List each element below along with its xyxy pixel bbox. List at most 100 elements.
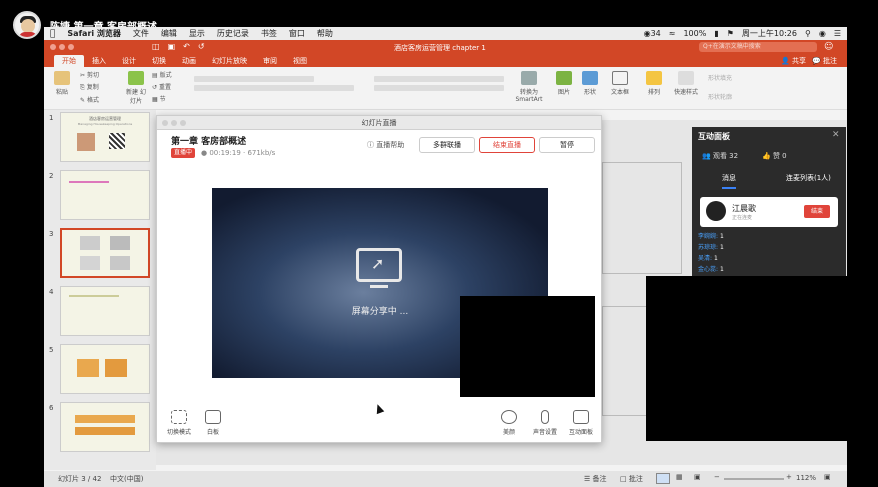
slide-thumb-1[interactable]: 酒店客房运营管理 Managing Housekeeping Operation… [60, 112, 150, 162]
interaction-panel-button[interactable]: 互动面板 [561, 410, 601, 436]
copy-button[interactable]: ⎘ 复制 [80, 82, 99, 92]
section-button[interactable]: ▦ 节 [152, 94, 172, 103]
cut-button[interactable]: ✂ 剪切 [80, 70, 99, 79]
reading-view-icon[interactable]: ▣ [694, 473, 701, 481]
menu-app[interactable]: Safari 浏览器 [67, 28, 121, 39]
slide-number: 5 [49, 346, 54, 354]
shape-fill-button[interactable]: 形状填充 [708, 73, 732, 82]
zoom-slider[interactable] [724, 478, 784, 480]
presenter-avatar [13, 11, 41, 39]
redo-icon[interactable]: ↺ [198, 42, 205, 51]
menu-help[interactable]: 帮助 [317, 28, 333, 39]
panel-title: 互动面板 [698, 132, 730, 141]
comments-status-button[interactable]: □ 批注 [620, 474, 643, 484]
list-item: 李婉婉: 1 [698, 233, 724, 240]
share-button[interactable]: 👤 共享 [781, 56, 806, 66]
slide-number: 6 [49, 404, 54, 412]
slide-thumb-4[interactable] [60, 286, 150, 336]
tab-review[interactable]: 审阅 [255, 55, 285, 67]
zoom-level[interactable]: 112% [796, 474, 816, 482]
live-help-link[interactable]: ⓘ 直播帮助 [367, 140, 404, 150]
shape-outline-button[interactable]: 形状轮廓 [708, 92, 732, 101]
new-slide-button[interactable]: 新建 幻灯片 [124, 71, 148, 105]
font-controls[interactable] [194, 73, 354, 94]
tab-transitions[interactable]: 切换 [144, 55, 174, 67]
flag-icon[interactable]: ⚑ [727, 29, 734, 38]
paste-button[interactable]: 粘贴 [52, 71, 72, 96]
apple-icon[interactable]:  [50, 29, 55, 39]
zoom-out-icon[interactable]: − [714, 473, 720, 481]
ribbon-home: 粘贴 ✂ 剪切 ⎘ 复制 ✎ 格式 新建 幻灯片 ▤ 版式 ↺ 重置 ▦ 节 转… [44, 67, 847, 110]
zoom-in-icon[interactable]: + [786, 473, 792, 481]
beauty-button[interactable]: 美颜 [489, 410, 529, 436]
sidebar-icon[interactable]: ◫ [152, 42, 160, 51]
live-title: 第一章 客房部概述 [171, 137, 247, 147]
slide-thumb-2[interactable] [60, 170, 150, 220]
comments-button[interactable]: 💬 批注 [812, 56, 837, 66]
menu-history[interactable]: 历史记录 [217, 28, 249, 39]
menu-edit[interactable]: 编辑 [161, 28, 177, 39]
status-app-icon[interactable]: ◉34 [644, 29, 661, 38]
tab-animations[interactable]: 动画 [174, 55, 204, 67]
spotlight-icon[interactable]: ⚲ [805, 29, 811, 38]
pause-button[interactable]: 暂停 [539, 137, 595, 153]
shape-button[interactable]: 形状 [580, 71, 600, 96]
whiteboard-button[interactable]: 白板 [193, 410, 233, 436]
menu-bookmarks[interactable]: 书签 [261, 28, 277, 39]
tab-slideshow[interactable]: 幻灯片放映 [204, 55, 255, 67]
guest-status: 正在连麦 [732, 215, 753, 221]
slide-thumb-3[interactable] [60, 228, 150, 278]
slide-thumb-5[interactable] [60, 344, 150, 394]
status-bar: 幻灯片 3 / 42 中文(中国) ☰ 备注 □ 批注 ▦ ▣ − + 112%… [44, 471, 847, 487]
wifi-icon[interactable]: ≈ [669, 29, 676, 38]
reset-button[interactable]: ↺ 重置 [152, 82, 172, 91]
window-controls[interactable] [50, 44, 74, 50]
menu-window[interactable]: 窗口 [289, 28, 305, 39]
battery-label[interactable]: 100% [683, 29, 706, 38]
arrange-button[interactable]: 排列 [644, 71, 664, 96]
end-live-button[interactable]: 结束直播 [479, 137, 535, 153]
undo-icon[interactable]: ↶ [183, 42, 190, 51]
smiley-icon[interactable]: ☺ [824, 42, 833, 52]
likes-count: 👍 赞 0 [762, 152, 787, 160]
tab-insert[interactable]: 插入 [84, 55, 114, 67]
fit-slide-icon[interactable]: ▣ [824, 473, 831, 481]
notes-button[interactable]: ☰ 备注 [584, 474, 607, 484]
battery-icon[interactable]: ▮ [714, 29, 718, 38]
search-input[interactable]: Q+在演示文稿中搜索 [699, 42, 817, 52]
quick-styles-button[interactable]: 快速样式 [672, 71, 700, 96]
format-painter-button[interactable]: ✎ 格式 [80, 95, 99, 104]
document-title: 酒店客房运营管理 chapter 1 [394, 44, 486, 52]
layout-button[interactable]: ▤ 版式 [152, 70, 172, 79]
bed-photo-1 [602, 162, 682, 274]
normal-view-icon[interactable] [656, 473, 670, 484]
thumb-subtitle: Managing Housekeeping Operations [77, 122, 133, 126]
slide-thumb-6[interactable] [60, 402, 150, 452]
menu-file[interactable]: 文件 [133, 28, 149, 39]
end-mic-button[interactable]: 结束 [804, 205, 830, 218]
tab-messages[interactable]: 消息 [722, 173, 736, 189]
close-icon[interactable]: ✕ [832, 130, 840, 140]
picture-button[interactable]: 图片 [554, 71, 574, 96]
live-window-title: 幻灯片直播 [361, 119, 397, 127]
live-window-controls[interactable] [162, 120, 186, 126]
multi-group-button[interactable]: 多群联播 [419, 137, 475, 153]
tab-mic-list[interactable]: 连麦列表(1人) [786, 173, 831, 183]
paragraph-controls[interactable] [374, 73, 504, 94]
textbox-button[interactable]: 文本框 [608, 71, 632, 96]
save-icon[interactable]: ▣ [168, 42, 176, 51]
tab-home[interactable]: 开始 [54, 55, 84, 67]
sorter-view-icon[interactable]: ▦ [676, 473, 683, 481]
tab-design[interactable]: 设计 [114, 55, 144, 67]
menu-view[interactable]: 显示 [189, 28, 205, 39]
slide-number: 1 [49, 114, 54, 122]
slide-number: 3 [49, 230, 54, 238]
smartart-button[interactable]: 转换为 SmartArt [514, 71, 544, 103]
tab-view[interactable]: 视图 [285, 55, 315, 67]
audio-settings-button[interactable]: 声音设置 [525, 410, 565, 436]
language-indicator[interactable]: 中文(中国) [110, 474, 143, 484]
clock[interactable]: 周一上午10:26 [742, 28, 797, 39]
siri-icon[interactable]: ◉ [819, 29, 826, 38]
slide-counter: 幻灯片 3 / 42 [58, 475, 102, 483]
menu-list-icon[interactable]: ☰ [834, 29, 841, 38]
